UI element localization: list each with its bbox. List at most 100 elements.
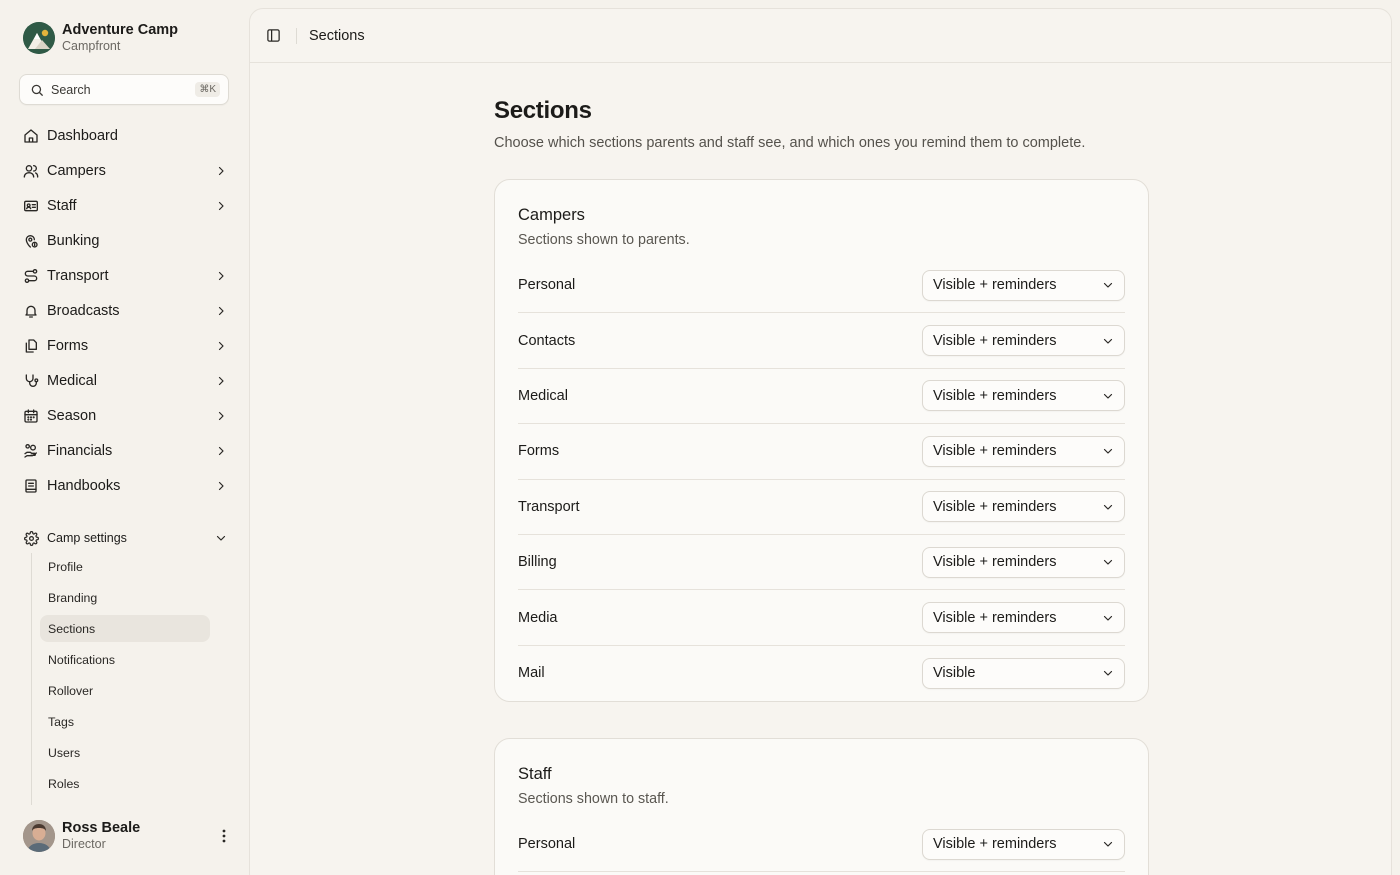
- settings-item-rollover[interactable]: Rollover: [40, 677, 210, 704]
- brand-logo: [23, 22, 55, 54]
- section-label: Mail: [518, 665, 545, 682]
- section-label: Forms: [518, 443, 560, 460]
- settings-item-sections[interactable]: Sections: [40, 615, 210, 643]
- visibility-select[interactable]: Visible + reminders: [922, 491, 1125, 523]
- sidebar-toggle-icon[interactable]: [265, 28, 281, 44]
- chevron-right-icon: [214, 374, 228, 388]
- settings-item-roles[interactable]: Roles: [40, 771, 210, 798]
- chevron-down-icon: [1102, 667, 1114, 679]
- nav-item-forms[interactable]: Forms: [12, 328, 236, 363]
- topbar-divider: [296, 27, 297, 44]
- calendar-icon: [23, 408, 39, 424]
- search-label: Search: [51, 82, 91, 97]
- more-vertical-icon[interactable]: [216, 828, 232, 844]
- brand-subtitle: Campfront: [62, 39, 121, 53]
- visibility-select[interactable]: Visible + reminders: [922, 828, 1125, 860]
- chevron-down-icon: [1102, 390, 1114, 402]
- nav-item-bunking[interactable]: Bunking: [12, 223, 236, 258]
- visibility-select[interactable]: Visible + reminders: [922, 602, 1125, 634]
- visibility-select[interactable]: Visible + reminders: [922, 546, 1125, 578]
- brand-name: Adventure Camp: [62, 22, 179, 38]
- chevron-right-icon: [214, 444, 228, 458]
- visibility-value: Visible + reminders: [933, 498, 1057, 515]
- nav-item-camp-settings[interactable]: Camp settings: [12, 523, 236, 553]
- chevron-right-icon: [214, 339, 228, 353]
- nav-item-medical[interactable]: Medical: [12, 363, 236, 398]
- brand-switcher[interactable]: Adventure Camp Campfront: [23, 22, 178, 54]
- nav-label: Transport: [47, 267, 109, 284]
- users-icon: [23, 163, 39, 179]
- visibility-value: Visible + reminders: [933, 836, 1057, 853]
- visibility-value: Visible + reminders: [933, 277, 1057, 294]
- section-row: Medical Visible + reminders: [518, 369, 1125, 425]
- section-row: Billing Visible + reminders: [518, 535, 1125, 591]
- settings-tree-line: [31, 553, 32, 805]
- chevron-right-icon: [214, 199, 228, 213]
- chevron-down-icon: [1102, 445, 1114, 457]
- card-description: Sections shown to staff.: [518, 791, 669, 807]
- bell-icon: [23, 303, 39, 319]
- chevron-down-icon: [1102, 612, 1114, 624]
- section-label: Billing: [518, 554, 557, 571]
- breadcrumb-current: Sections: [309, 27, 365, 44]
- search-icon: [30, 83, 44, 97]
- chevron-down-icon: [214, 531, 228, 545]
- nav-item-season[interactable]: Season: [12, 398, 236, 433]
- page-header: Sections Choose which sections parents a…: [494, 97, 1085, 151]
- visibility-value: Visible: [933, 665, 976, 682]
- nav-label: Forms: [47, 337, 89, 354]
- gear-icon: [23, 530, 39, 546]
- map-pin-icon: [23, 233, 39, 249]
- settings-item-tags[interactable]: Tags: [40, 708, 210, 735]
- nav-item-handbooks[interactable]: Handbooks: [12, 468, 236, 503]
- settings-subnav: Profile Branding Sections Notifications …: [40, 553, 210, 802]
- chevron-right-icon: [214, 479, 228, 493]
- section-label: Transport: [518, 498, 580, 515]
- section-row: Personal Visible + reminders: [518, 817, 1125, 873]
- nav-item-broadcasts[interactable]: Broadcasts: [12, 293, 236, 328]
- visibility-select[interactable]: Visible + reminders: [922, 325, 1125, 357]
- stethoscope-icon: [23, 373, 39, 389]
- nav-item-staff[interactable]: Staff: [12, 188, 236, 223]
- avatar: [23, 820, 55, 852]
- section-row: Media Visible + reminders: [518, 590, 1125, 646]
- user-menu[interactable]: Ross Beale Director: [23, 820, 233, 852]
- chevron-down-icon: [1102, 501, 1114, 513]
- nav-item-financials[interactable]: Financials: [12, 433, 236, 468]
- chevron-down-icon: [1102, 279, 1114, 291]
- page-description: Choose which sections parents and staff …: [494, 135, 1086, 151]
- visibility-value: Visible + reminders: [933, 332, 1057, 349]
- nav-item-campers[interactable]: Campers: [12, 153, 236, 188]
- chevron-down-icon: [1102, 556, 1114, 568]
- visibility-select[interactable]: Visible + reminders: [922, 435, 1125, 467]
- section-label: Medical: [518, 387, 568, 404]
- section-row: Contacts Visible + reminders: [518, 313, 1125, 369]
- chevron-right-icon: [214, 269, 228, 283]
- home-icon: [23, 128, 39, 144]
- settings-item-profile[interactable]: Profile: [40, 553, 210, 580]
- settings-item-branding[interactable]: Branding: [40, 584, 210, 611]
- nav-item-dashboard[interactable]: Dashboard: [12, 118, 236, 153]
- campers-sections-card: Campers Sections shown to parents. Perso…: [494, 179, 1149, 703]
- settings-item-users[interactable]: Users: [40, 740, 210, 767]
- section-row: Mail Visible: [518, 646, 1125, 701]
- nav-label: Dashboard: [47, 127, 118, 144]
- nav-label: Bunking: [47, 232, 100, 249]
- visibility-select[interactable]: Visible + reminders: [922, 380, 1125, 412]
- nav-label: Handbooks: [47, 477, 121, 494]
- visibility-select[interactable]: Visible: [922, 657, 1125, 689]
- nav-item-transport[interactable]: Transport: [12, 258, 236, 293]
- chevron-right-icon: [214, 164, 228, 178]
- nav-label: Medical: [47, 372, 97, 389]
- card-description: Sections shown to parents.: [518, 232, 690, 248]
- visibility-select[interactable]: Visible + reminders: [922, 269, 1125, 301]
- chevron-down-icon: [1102, 838, 1114, 850]
- card-title: Staff: [518, 765, 552, 783]
- chevron-down-icon: [1102, 335, 1114, 347]
- settings-item-notifications[interactable]: Notifications: [40, 646, 210, 673]
- section-label: Media: [518, 609, 558, 626]
- search-button[interactable]: Search ⌘K: [19, 74, 229, 105]
- nav-label: Season: [47, 407, 97, 424]
- topbar: Sections: [250, 9, 1391, 63]
- section-label: Contacts: [518, 332, 576, 349]
